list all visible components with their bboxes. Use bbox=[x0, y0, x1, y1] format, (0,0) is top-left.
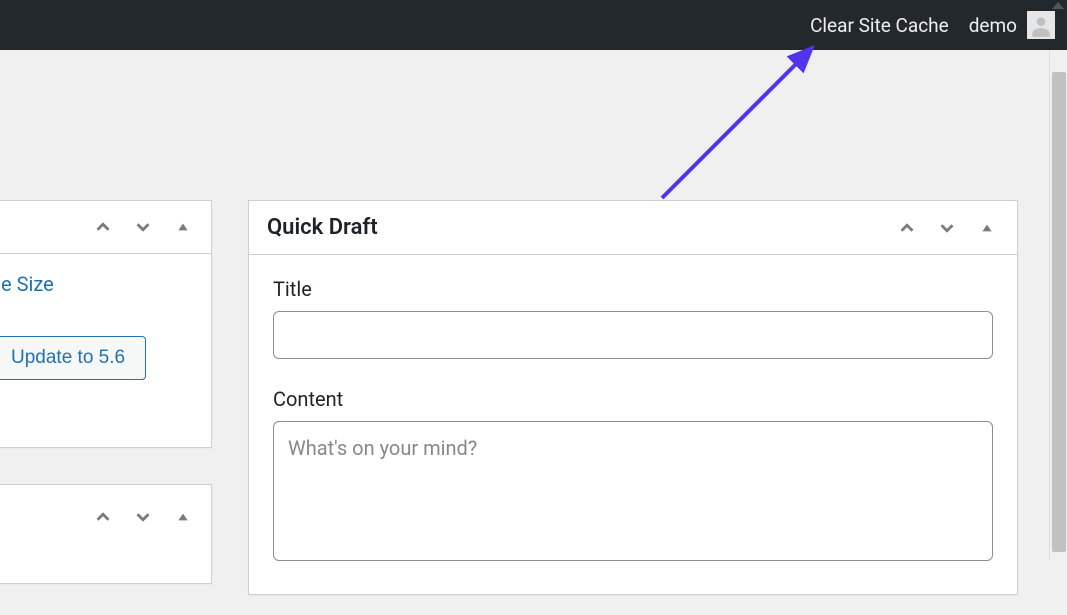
title-label: Title bbox=[273, 277, 993, 301]
panel-header bbox=[0, 201, 211, 254]
content-textarea[interactable] bbox=[273, 421, 993, 561]
clear-cache-link[interactable]: Clear Site Cache bbox=[804, 14, 955, 37]
content-label: Content bbox=[273, 387, 993, 411]
triangle-up-icon[interactable] bbox=[171, 215, 195, 239]
triangle-up-icon[interactable] bbox=[171, 505, 195, 529]
scroll-up-icon[interactable] bbox=[1052, 2, 1064, 9]
scroll-thumb[interactable] bbox=[1052, 72, 1066, 552]
scrollbar[interactable] bbox=[1049, 50, 1067, 561]
update-button[interactable]: Update to 5.6 bbox=[0, 336, 146, 380]
username-label: demo bbox=[969, 14, 1017, 37]
avatar bbox=[1027, 11, 1055, 39]
side-panel-1: ne Size Update to 5.6 bbox=[0, 200, 212, 448]
panel-header: Quick Draft bbox=[249, 201, 1017, 255]
chevron-down-icon[interactable] bbox=[935, 216, 959, 240]
content-area: ne Size Update to 5.6 Quick Draft Title bbox=[0, 50, 1067, 561]
chevron-up-icon[interactable] bbox=[91, 215, 115, 239]
chevron-down-icon[interactable] bbox=[131, 215, 155, 239]
panel-title: Quick Draft bbox=[267, 215, 378, 240]
quick-draft-panel: Quick Draft Title Content bbox=[248, 200, 1018, 595]
chevron-down-icon[interactable] bbox=[131, 505, 155, 529]
title-input[interactable] bbox=[273, 311, 993, 359]
side-panel-2 bbox=[0, 484, 212, 584]
panel-link[interactable]: ne Size bbox=[0, 272, 197, 296]
user-menu[interactable]: demo bbox=[969, 11, 1055, 39]
triangle-up-icon[interactable] bbox=[975, 216, 999, 240]
chevron-up-icon[interactable] bbox=[91, 505, 115, 529]
chevron-up-icon[interactable] bbox=[895, 216, 919, 240]
panel-header bbox=[0, 485, 211, 539]
admin-bar: Clear Site Cache demo bbox=[0, 0, 1067, 50]
